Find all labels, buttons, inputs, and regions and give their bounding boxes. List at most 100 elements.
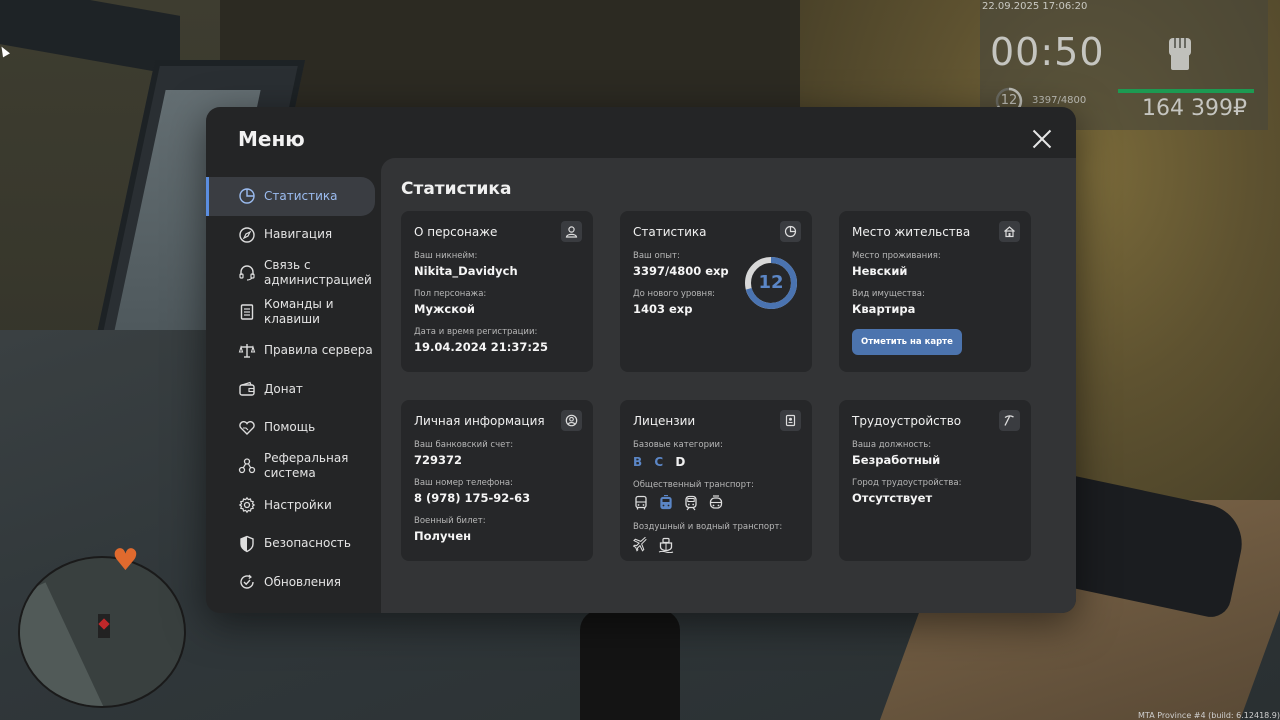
nickname-label: Ваш никнейм:: [414, 251, 478, 261]
close-icon[interactable]: [1032, 129, 1052, 149]
sidebar-item-label: Команды и клавиши: [264, 297, 334, 327]
public-transport-icons: [633, 495, 799, 511]
bank-label: Ваш банковский счет:: [414, 440, 514, 450]
bus-icon: [635, 495, 647, 510]
pickaxe-icon[interactable]: [999, 410, 1020, 431]
player-model: [580, 610, 680, 720]
license-category-c: C: [654, 455, 665, 469]
property-type-label: Вид имущества:: [852, 289, 925, 299]
position-value: Безработный: [852, 453, 941, 467]
hud-datetime: 22.09.2025 17:06:20: [982, 1, 1088, 12]
sidebar-item-label: Настройки: [264, 497, 332, 512]
phone-label: Ваш номер телефона:: [414, 478, 513, 488]
card-title: Личная информация: [414, 414, 545, 428]
sidebar-item-updates[interactable]: Обновления: [206, 563, 375, 602]
card-title: О персонаже: [414, 225, 498, 239]
sidebar-item-navigation[interactable]: Навигация: [206, 216, 375, 255]
character-card: О персонаже Ваш никнейм: Nikita_Davidych…: [401, 211, 593, 372]
gear-icon: [238, 496, 256, 514]
employment-city-value: Отсутствует: [852, 491, 933, 505]
sidebar: Статистика Навигация Связь с администрац…: [206, 177, 381, 602]
house-icon[interactable]: [999, 221, 1020, 242]
compass-icon: [239, 227, 255, 243]
license-categories: B C D: [633, 455, 799, 469]
minimap-road: [20, 582, 109, 706]
hud-exp: 3397/4800: [1032, 95, 1087, 106]
card-title: Статистика: [633, 225, 707, 239]
mark-on-map-button[interactable]: Отметить на карте: [852, 329, 962, 355]
registration-value: 19.04.2024 21:37:25: [414, 340, 548, 354]
air-water-transport-icons: [633, 537, 799, 553]
license-category-d: D: [675, 455, 687, 469]
sidebar-item-label: Связь с администрацией: [264, 258, 372, 288]
menu-window: Меню Статистика Навигация Связь с админи…: [206, 107, 1076, 613]
stats-card: Статистика Ваш опыт: 3397/4800 exp До но…: [620, 211, 812, 372]
user-circle-icon[interactable]: [561, 410, 582, 431]
sidebar-item-label: Помощь: [264, 420, 316, 435]
sidebar-item-label: Статистика: [264, 188, 338, 203]
sidebar-item-referral[interactable]: Реферальная система: [206, 447, 375, 486]
document-icon: [240, 304, 254, 320]
employment-city-label: Город трудоустройства:: [852, 478, 962, 488]
sidebar-item-statistics[interactable]: Статистика: [206, 177, 375, 216]
card-title: Место жительства: [852, 225, 971, 239]
build-info: MTA Province #4 (build: 6.12418.9): [1138, 711, 1280, 720]
personal-info-card: Личная информация Ваш банковский счет: 7…: [401, 400, 593, 561]
base-categories-label: Базовые категории:: [633, 440, 723, 450]
sidebar-item-label: Реферальная система: [264, 451, 349, 481]
page-title: Статистика: [401, 179, 512, 199]
train-icon: [685, 495, 697, 511]
sidebar-item-label: Правила сервера: [264, 343, 373, 358]
content-panel: Статистика О персонаже Ваш никнейм: Niki…: [381, 158, 1076, 613]
sidebar-item-label: Безопасность: [264, 536, 351, 551]
scales-icon: [238, 343, 256, 358]
gender-label: Пол персонажа:: [414, 289, 487, 299]
sidebar-item-label: Навигация: [264, 227, 333, 242]
registration-label: Дата и время регистрации:: [414, 327, 538, 337]
id-badge-icon[interactable]: [780, 410, 801, 431]
headset-icon: [239, 265, 255, 282]
heart-icon: ♥: [112, 543, 139, 578]
license-category-b: B: [633, 455, 644, 469]
fist-icon: [1169, 38, 1191, 70]
public-transport-label: Общественный транспорт:: [633, 480, 754, 490]
gender-value: Мужской: [414, 302, 475, 316]
property-type-value: Квартира: [852, 302, 916, 316]
health-bar: [1118, 89, 1254, 93]
sidebar-item-security[interactable]: Безопасность: [206, 524, 375, 563]
employment-card: Трудоустройство Ваша должность: Безработ…: [839, 400, 1031, 561]
level-value: 12: [758, 272, 784, 293]
wallet-icon: [239, 382, 255, 396]
air-water-transport-label: Воздушный и водный транспорт:: [633, 522, 783, 532]
sidebar-item-rules[interactable]: Правила сервера: [206, 331, 375, 370]
place-label: Место проживания:: [852, 251, 941, 261]
licenses-card: Лицензии Базовые категории: B C D Общест…: [620, 400, 812, 561]
sidebar-item-contact-admin[interactable]: Связь с администрацией: [206, 254, 375, 293]
sidebar-item-label: Донат: [264, 381, 303, 396]
card-title: Лицензии: [633, 414, 696, 428]
tram-icon: [709, 495, 723, 509]
phone-value: 8 (978) 175-92-63: [414, 491, 531, 505]
sidebar-item-settings[interactable]: Настройки: [206, 486, 375, 525]
user-icon[interactable]: [561, 221, 582, 242]
position-label: Ваша должность:: [852, 440, 932, 450]
residence-card: Место жительства Место проживания: Невск…: [839, 211, 1031, 372]
refresh-check-icon: [240, 574, 254, 589]
trolleybus-icon: [660, 495, 672, 510]
sidebar-item-donate[interactable]: Донат: [206, 370, 375, 409]
sidebar-item-help[interactable]: Помощь: [206, 409, 375, 448]
card-title: Трудоустройство: [852, 414, 962, 428]
sidebar-item-label: Обновления: [264, 574, 342, 589]
referral-icon: [238, 458, 256, 474]
heart-hand-icon: [239, 420, 255, 435]
shield-icon: [240, 535, 254, 552]
sidebar-item-commands[interactable]: Команды и клавиши: [206, 293, 375, 332]
hud-money: 164 399₽: [1142, 96, 1247, 121]
menu-title: Меню: [238, 127, 305, 151]
military-label: Военный билет:: [414, 516, 486, 526]
clock-chart-icon[interactable]: [780, 221, 801, 242]
pie-chart-icon: [239, 188, 255, 204]
hud-timer: 00:50: [990, 30, 1105, 74]
minimap: [18, 556, 186, 708]
plane-icon: [633, 537, 647, 552]
